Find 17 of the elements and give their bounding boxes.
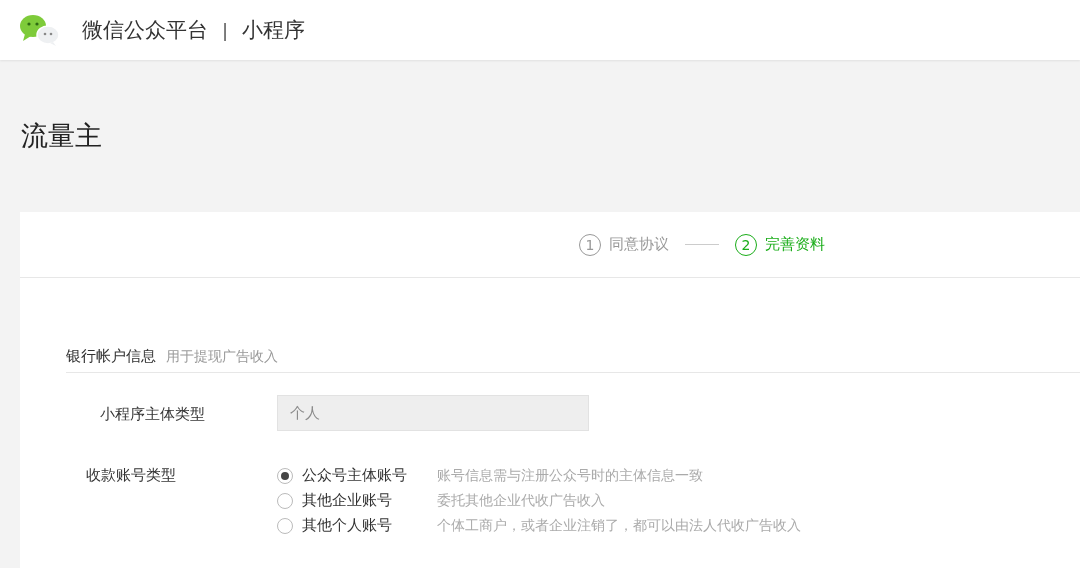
page-title: 流量主	[20, 119, 103, 153]
option-description: 委托其他企业代收广告收入	[437, 491, 605, 510]
option-description: 账号信息需与注册公众号时的主体信息一致	[437, 466, 703, 485]
radio-option[interactable]: 其他企业账号	[277, 491, 437, 510]
option-description: 个体工商户，或者企业注销了，都可以由法人代收广告收入	[437, 516, 801, 535]
platform-title: 微信公众平台	[82, 17, 208, 44]
section-hint: 用于提现广告收入	[166, 348, 278, 366]
section-title: 银行帐户信息	[66, 347, 156, 366]
product-title: 小程序	[242, 17, 306, 44]
field-label: 小程序主体类型	[99, 404, 206, 425]
chat-bubbles-logo-icon	[19, 13, 61, 47]
radio-option[interactable]: 公众号主体账号	[277, 466, 437, 485]
step-indicator: 2 完善资料	[735, 233, 825, 256]
title-separator: |	[222, 19, 229, 41]
field-label: 收款账号类型	[85, 465, 177, 486]
step-indicator: 1 同意协议	[579, 233, 669, 256]
radio-option[interactable]: 其他个人账号	[277, 516, 437, 535]
